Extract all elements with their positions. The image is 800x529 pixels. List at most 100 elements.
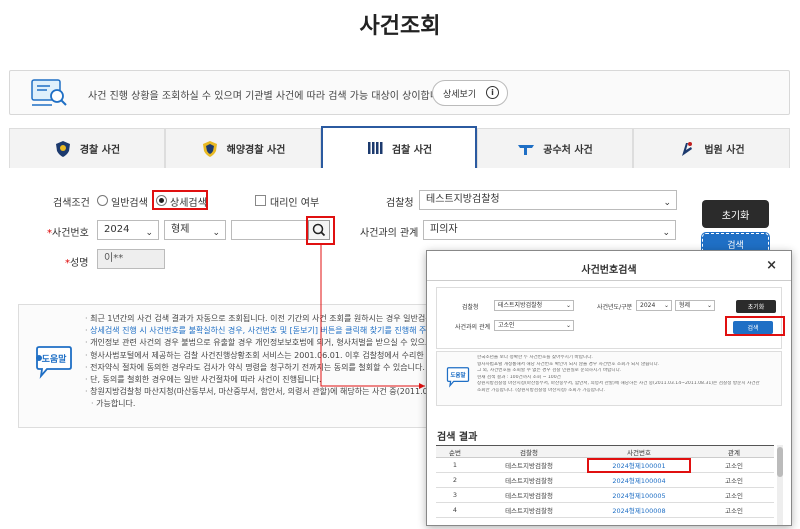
police-badge-icon (55, 140, 70, 157)
results-table: 순번 검찰청 사건번호 관계 1 테스트지방검찰청 2024형제100001 고… (436, 445, 774, 518)
row-case-number-link[interactable]: 2024형제100004 (584, 472, 694, 488)
table-header-row: 순번 검찰청 사건번호 관계 (436, 445, 774, 458)
row-relation: 고소인 (694, 487, 774, 503)
row-index: 3 (436, 487, 474, 503)
help-box: 도움말 최근 1년간의 사건 검색 결과가 자동으로 조회됩니다. 이전 기간의… (18, 304, 438, 428)
column-header: 관계 (694, 445, 774, 458)
row-office: 테스트지방검찰청 (474, 502, 584, 518)
popup-reset-button[interactable]: 초기화 (736, 300, 776, 313)
table-row: 3 테스트지방검찰청 2024형제100005 고소인 (436, 487, 774, 503)
chevron-down-icon: ⌄ (706, 302, 712, 309)
popup-year-select[interactable]: 2024 ⌄ (636, 300, 672, 311)
radio-detail-label: 상세검색 (170, 198, 207, 209)
detail-view-label: 상세보기 (443, 89, 477, 100)
row-office: 테스트지방검찰청 (474, 457, 584, 473)
row-relation: 고소인 (694, 472, 774, 488)
row-index: 4 (436, 502, 474, 518)
popup-help-item: 형사사법포털 개정통해서 해당 사건번호 확인이 되지 않을 경우 사건번호 조… (477, 361, 660, 367)
popup-relation-value: 고소인 (498, 322, 515, 329)
chevron-down-icon: ⌄ (565, 322, 571, 329)
results-title: 검색 결과 (437, 432, 478, 443)
popup-search-form: 검찰청 테스트지방검찰청 ⌄ 사건년도/구분 2024 ⌄ 형제 ⌄ 사건과의 관계 … (436, 287, 785, 349)
popup-year-value: 2024 (640, 302, 656, 309)
proxy-checkbox[interactable] (255, 195, 266, 206)
tab-prosecution[interactable]: 검찰 사건 (321, 126, 477, 168)
name-field: 이** (97, 249, 165, 269)
popup-help-item: 조회만 가능합니다. (창원지방검찰청 마산지청) 조회가 가능합니다. (477, 387, 605, 393)
chevron-down-icon: ⌄ (212, 228, 220, 238)
row-office: 테스트지방검찰청 (474, 487, 584, 503)
highlight-magnifier (306, 216, 335, 245)
relation-value: 피의자 (430, 224, 458, 235)
row-case-number-link[interactable]: 2024형제100001 (584, 457, 694, 473)
tab-label: 법원 사건 (704, 145, 745, 156)
tab-cio[interactable]: 공수처 사건 (477, 128, 633, 168)
notice-box: 사건 진행 상황을 조회하실 수 있으며 기관별 사건에 따라 검색 가능 대상… (9, 70, 790, 115)
name-label: *성명 (65, 254, 88, 269)
row-case-number-link[interactable]: 2024형제100008 (584, 502, 694, 518)
row-case-number-link[interactable]: 2024형제100005 (584, 487, 694, 503)
case-number-input[interactable] (231, 220, 307, 240)
help-bubble-icon: 도움말 (36, 346, 72, 379)
notice-text: 사건 진행 상황을 조회하실 수 있으며 기관별 사건에 따라 검색 가능 대상… (88, 91, 452, 102)
help-list: 최근 1년간의 사건 검색 결과가 자동으로 조회됩니다. 이전 기간의 사건 … (85, 313, 435, 411)
popup-office-value: 테스트지방검찰청 (498, 302, 543, 309)
help-item: 전자약식 절차에 동의한 경우라도 검사가 약식 명령을 청구하기 전까지는 동… (85, 362, 435, 374)
detail-view-button[interactable]: 상세보기 i (432, 80, 508, 106)
popup-type-select[interactable]: 형제 ⌄ (675, 300, 715, 311)
radio-simple-label: 일반검색 (111, 198, 148, 209)
highlight-first-result (587, 458, 691, 473)
radio-detail-search[interactable] (156, 195, 167, 206)
row-index: 2 (436, 472, 474, 488)
office-select[interactable]: 테스트지방검찰청 ⌄ (419, 190, 677, 210)
close-icon[interactable]: × (766, 258, 777, 273)
divider (427, 280, 791, 281)
coast-guard-badge-icon (202, 140, 217, 157)
cio-icon (518, 144, 535, 155)
chevron-down-icon: ⌄ (565, 302, 571, 309)
tab-police[interactable]: 경찰 사건 (9, 128, 165, 168)
relation-select[interactable]: 피의자 ⌄ (423, 220, 676, 240)
help-badge-text: 도움말 (42, 353, 68, 365)
tab-court[interactable]: 법원 사건 (633, 128, 790, 168)
table-row: 4 테스트지방검찰청 2024형제100008 고소인 (436, 502, 774, 518)
case-number-text: 사건번호 (52, 228, 89, 239)
name-text: 성명 (70, 258, 89, 269)
case-type-select[interactable]: 형제 ⌄ (164, 220, 226, 240)
results-scrollbar[interactable] (777, 445, 783, 525)
tab-label: 검찰 사건 (391, 144, 433, 156)
highlight-popup-search (725, 316, 785, 336)
popup-office-select[interactable]: 테스트지방검찰청 ⌄ (494, 300, 574, 311)
year-select[interactable]: 2024 ⌄ (97, 220, 159, 240)
popup-help-item: 현재 검색 결과 : 100건까지 조회 ~ 100건 (477, 374, 561, 380)
radio-simple-search[interactable] (97, 195, 108, 206)
scrollbar-thumb[interactable] (777, 447, 783, 477)
tab-coast-guard[interactable]: 해양경찰 사건 (165, 128, 321, 168)
table-row: 1 테스트지방검찰청 2024형제100001 고소인 (436, 457, 774, 473)
chevron-down-icon: ⌄ (663, 198, 671, 208)
help-item-cont: 가능합니다. (85, 398, 435, 410)
popup-type-value: 형제 (679, 302, 691, 309)
row-relation: 고소인 (694, 502, 774, 518)
popup-help-list: 한국소년을 보다 정확한 두 사건번호를 찾아주시기 바랍니다. 형사사법포털 … (477, 355, 777, 395)
help-item: 창원지방검찰청 마산지청(마산동부서, 마산중부서, 함안서, 의령서 관할)에… (85, 386, 435, 398)
tab-label: 경찰 사건 (79, 145, 121, 156)
prosecution-icon (367, 142, 383, 154)
popup-help-item: 그 외, 사건번호를 조회할 수 없는 경우 검찰 민원실로 문의하시기 바랍니… (477, 368, 622, 374)
office-value: 테스트지방검찰청 (426, 194, 500, 205)
reset-button[interactable]: 초기화 (702, 200, 769, 228)
chevron-down-icon: ⌄ (145, 228, 153, 238)
chevron-down-icon: ⌄ (663, 302, 669, 309)
column-header: 순번 (436, 445, 474, 458)
popup-help-box: 도움말 한국소년을 보다 정확한 두 사건번호를 찾아주시기 바랍니다. 형사사… (436, 351, 782, 406)
case-number-label: *사건번호 (47, 224, 89, 239)
case-type-value: 형제 (171, 224, 190, 235)
popup-relation-label: 사건과의 관계 (455, 324, 491, 331)
proxy-label: 대리인 여부 (270, 198, 320, 209)
popup-relation-select[interactable]: 고소인 ⌄ (494, 320, 574, 331)
info-icon: i (486, 86, 499, 99)
row-index: 1 (436, 457, 474, 473)
table-row: 2 테스트지방검찰청 2024형제100004 고소인 (436, 472, 774, 488)
help-item: 개인정보 관련 사건의 경우 불법으로 유출할 경우 개인정보보호법에 의거, … (85, 337, 435, 349)
case-number-search-popup: 사건번호검색 × 검찰청 테스트지방검찰청 ⌄ 사건년도/구분 2024 ⌄ 형제 ⌄… (426, 250, 792, 526)
